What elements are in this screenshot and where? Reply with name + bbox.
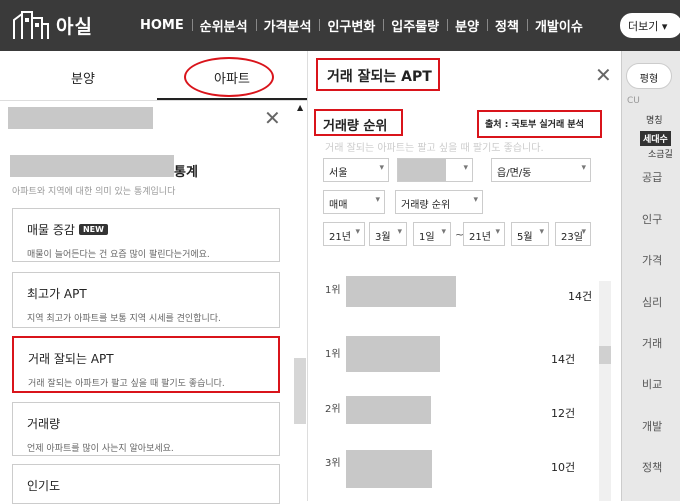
from-month-select[interactable]: 3월 ▾ [369,222,407,246]
chevron-down-icon: ▾ [379,163,384,173]
tab-presale[interactable]: 분양 [8,51,158,100]
rank-count: 14건 [551,353,576,366]
scrollbar-thumb[interactable] [599,346,611,364]
stats-desc: 아파트와 지역에 대한 의미 있는 통계입니다 [12,187,176,197]
rank-label: 1위 [325,285,341,296]
top-navigation-bar: 아실 HOME 순위분석 가격분석 인구변화 입주물량 분양 정책 개발이슈 더… [0,0,680,51]
card-title: 거래량 [27,417,61,431]
tab-bar: 분양 아파트 [0,51,308,100]
close-icon[interactable]: ✕ [595,65,612,85]
nav-policy[interactable]: 정책 [487,16,527,35]
card-title: 인기도 [27,479,61,493]
rank-label: 3위 [325,458,341,469]
middle-panel: 거래 잘되는 APT ✕ ▲ 거래량 순위 출처 : 국토부 실거래 분석 거래… [297,51,621,501]
panel-title: 거래 잘되는 APT [327,69,432,85]
redacted-apt-name[interactable] [346,396,431,424]
side-item-supply[interactable]: 공급 [642,169,662,185]
card-trade-volume[interactable]: 거래량 언제 아파트를 많이 사는지 알아보세요. [12,402,280,456]
nav-rank-analysis[interactable]: 순위분석 [191,16,256,35]
chevron-down-icon: ▾ [397,227,402,237]
chevron-down-icon: ▾ [581,227,586,237]
chevron-down-icon: ▾ [355,227,360,237]
redacted-apt-name[interactable] [346,450,432,488]
building-logo-icon [13,11,49,39]
nav-home[interactable]: HOME [132,18,192,33]
to-day-select[interactable]: 23일 ▾ [555,222,591,246]
nav-presale[interactable]: 분양 [447,16,487,35]
side-item-policy[interactable]: 정책 [642,459,662,475]
main-nav: HOME 순위분석 가격분석 인구변화 입주물량 분양 정책 개발이슈 [132,0,591,51]
card-title: 최고가 APT [27,287,87,301]
card-title: 매물 증감 [27,223,75,237]
chevron-down-icon: ▾ [581,163,586,173]
chevron-down-icon: ▾ [441,227,446,237]
card-desc: 매물이 늘어든다는 건 요즘 많이 팔린다는거에요. [27,250,210,260]
chevron-down-icon: ▾ [473,195,478,205]
more-dropdown[interactable]: 더보기 ▾ [620,13,680,38]
chevron-down-icon: ▾ [463,163,468,173]
left-panel: 분양 아파트 ✕ 통계 아파트와 지역에 대한 의미 있는 통계입니다 매물 증… [0,51,308,504]
card-listing-change[interactable]: 매물 증감 NEW 매물이 늘어든다는 건 요즘 많이 팔린다는거에요. [12,208,280,262]
chevron-down-icon: ▾ [495,227,500,237]
from-day-select[interactable]: 1일 ▾ [413,222,451,246]
redacted-apt-name[interactable] [346,276,456,307]
scrollbar[interactable] [294,358,306,424]
nav-supply[interactable]: 입주물량 [383,16,447,35]
to-year-select[interactable]: 21년 ▾ [463,222,505,246]
map-label-name: 명칭 [646,116,663,126]
section-title: 거래량 순위 [323,119,388,134]
redacted-apt-name[interactable] [346,336,440,372]
caret-up-icon: ▲ [297,103,304,112]
search-row: ✕ [0,100,308,136]
scrollbar-track[interactable] [599,281,611,501]
district-select[interactable]: ▾ [397,158,473,182]
highlight-ellipse [184,57,274,97]
chevron-down-icon: ▾ [375,195,380,205]
rank-label: 1위 [325,349,341,360]
card-title: 거래 잘되는 APT [28,352,114,366]
from-year-select[interactable]: 21년 ▾ [323,222,365,246]
map-type-button[interactable]: 평형 [626,63,672,89]
trade-type-select[interactable]: 매매 ▾ [323,190,385,214]
card-highest-price[interactable]: 최고가 APT 지역 최고가 아파트를 보통 지역 시세를 견인합니다. [12,272,280,328]
side-item-trade[interactable]: 거래 [642,335,662,351]
map-label-households: 세대수 [640,131,671,146]
side-item-price[interactable]: 가격 [642,252,662,268]
section-note: 거래 잘되는 아파트는 팔고 싶을 때 팔기도 좋습니다. [325,143,544,154]
rank-count: 10건 [551,461,576,474]
rank-count: 12건 [551,407,576,420]
to-month-select[interactable]: 5월 ▾ [511,222,549,246]
region-select[interactable]: 서울 ▾ [323,158,389,182]
rank-type-select[interactable]: 거래량 순위 ▾ [395,190,483,214]
nav-price-analysis[interactable]: 가격분석 [255,16,320,35]
redacted-search [8,107,153,129]
side-item-development[interactable]: 개발 [642,418,662,434]
map-label-street: 소금길 [648,150,673,160]
card-popularity[interactable]: 인기도 [12,464,280,504]
logo-text: 아실 [56,15,93,38]
card-desc: 거래 잘되는 아파트가 팔고 싶을 때 팔기도 좋습니다. [28,379,225,389]
map-side-strip: 평형 CU 명칭 세대수 소금길 공급 인구 가격 심리 거래 비교 개발 정책 [621,51,680,501]
chevron-down-icon: ▾ [539,227,544,237]
new-badge: NEW [78,224,108,235]
rank-label: 2위 [325,404,341,415]
dong-select[interactable]: 읍/면/동 ▾ [491,158,591,182]
side-item-population[interactable]: 인구 [642,211,662,227]
nav-development[interactable]: 개발이슈 [526,16,591,35]
nav-population[interactable]: 인구변화 [319,16,383,35]
logo[interactable]: 아실 [12,10,93,40]
side-item-sentiment[interactable]: 심리 [642,294,662,310]
stats-title: 통계 [174,165,198,180]
card-desc: 언제 아파트를 많이 사는지 알아보세요. [27,444,174,454]
map-label-cu: CU [627,96,640,106]
redacted-title [10,155,174,177]
card-desc: 지역 최고가 아파트를 보통 지역 시세를 견인합니다. [27,314,221,324]
close-icon[interactable]: ✕ [264,108,281,128]
rank-count: 14건 [568,290,593,303]
redacted-district [398,159,446,181]
card-hot-trade[interactable]: 거래 잘되는 APT 거래 잘되는 아파트가 팔고 싶을 때 팔기도 좋습니다. [12,336,280,393]
source-label: 출처 : 국토부 실거래 분석 [485,120,584,130]
side-item-compare[interactable]: 비교 [642,376,662,392]
